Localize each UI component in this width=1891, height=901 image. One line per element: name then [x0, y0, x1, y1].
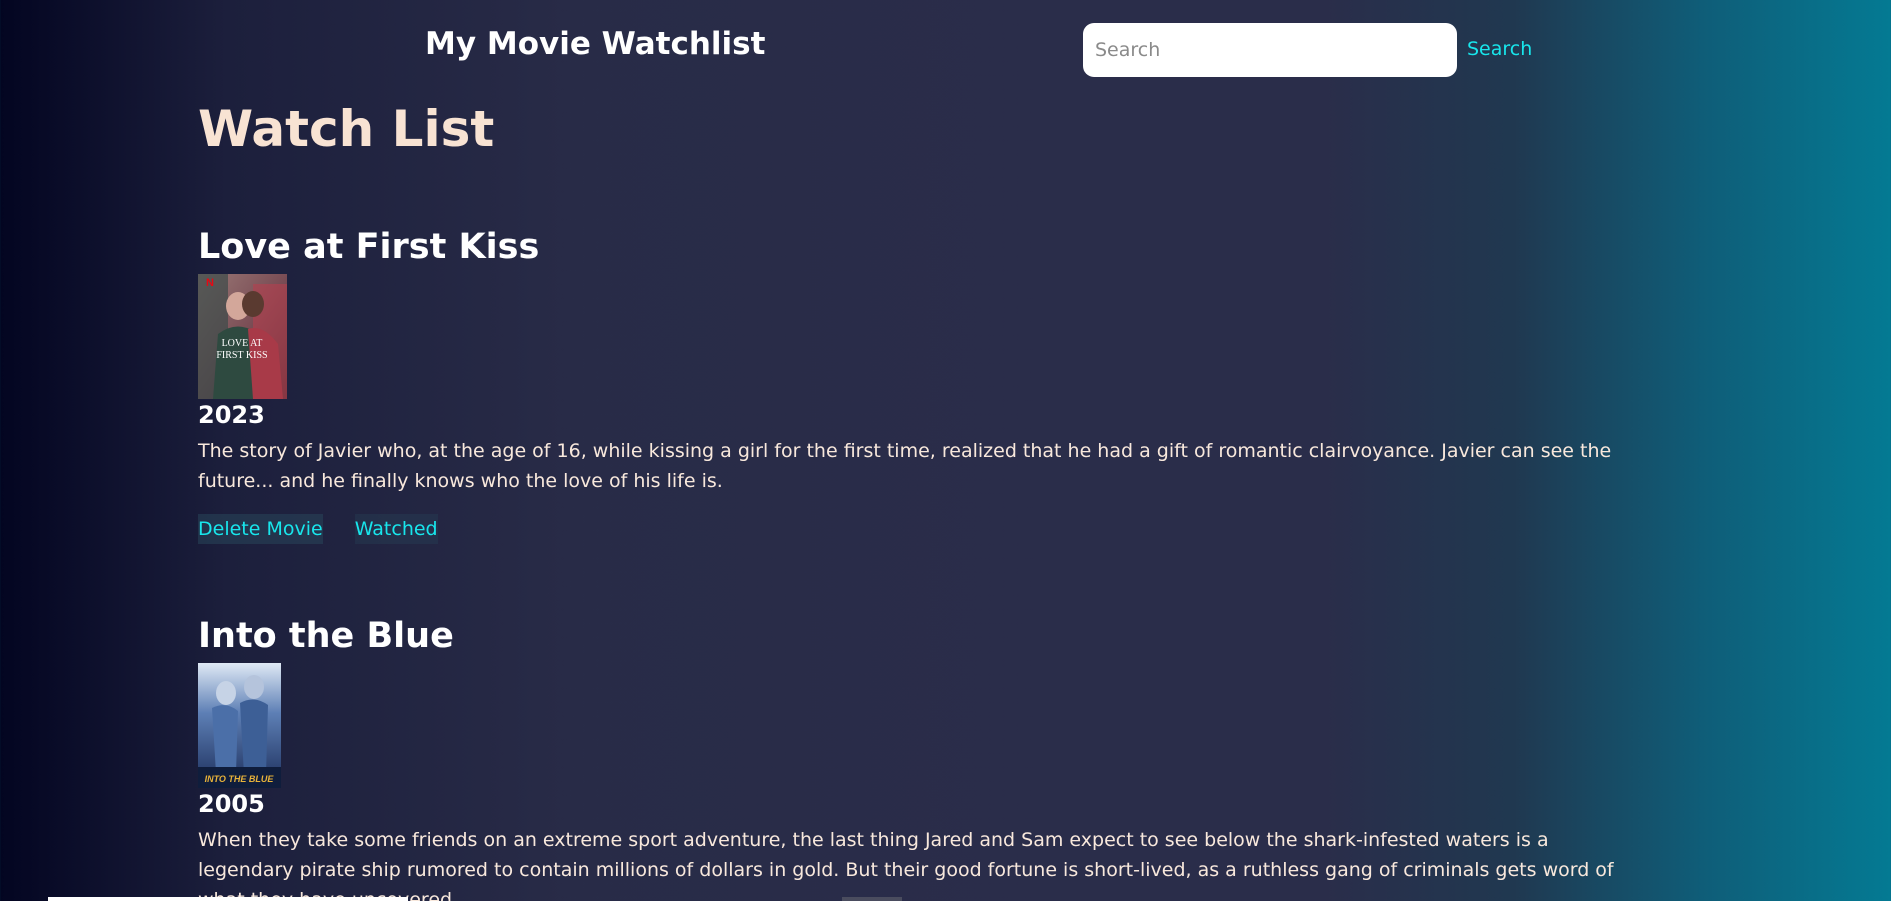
search-button[interactable]: Search	[1467, 38, 1532, 60]
movie-poster: INTO THE BLUE	[198, 663, 281, 788]
movie-year: 2005	[198, 790, 265, 818]
horizontal-scrollbar-marker	[842, 897, 902, 901]
movie-description: When they take some friends on an extrem…	[198, 829, 1614, 901]
movie-year: 2023	[198, 401, 265, 429]
movie-description: The story of Javier who, at the age of 1…	[198, 440, 1612, 492]
movie-item: Love at First Kiss N LOVE AT FIRST KISS …	[198, 224, 1638, 544]
svg-text:LOVE AT: LOVE AT	[222, 338, 263, 349]
movie-title: Love at First Kiss	[198, 227, 540, 267]
watched-button[interactable]: Watched	[354, 514, 438, 544]
movie-poster: N LOVE AT FIRST KISS	[198, 274, 287, 399]
site-title: My Movie Watchlist	[425, 26, 766, 62]
movie-poster-image: INTO THE BLUE	[198, 663, 281, 788]
svg-text:FIRST KISS: FIRST KISS	[216, 350, 267, 361]
movie-poster-image: N LOVE AT FIRST KISS	[198, 274, 287, 399]
search-input[interactable]	[1083, 23, 1457, 77]
movie-actions: Delete Movie Watched	[198, 514, 1638, 544]
movie-item: Into the Blue INTO THE BLUE 2005 When th…	[198, 613, 1638, 901]
horizontal-scrollbar-thumb[interactable]	[48, 897, 408, 901]
netflix-logo-icon: N	[206, 277, 214, 289]
movie-title: Into the Blue	[198, 616, 454, 656]
site-header: My Movie Watchlist Search	[0, 0, 1891, 100]
delete-movie-button[interactable]: Delete Movie	[198, 514, 323, 544]
svg-text:INTO THE BLUE: INTO THE BLUE	[205, 774, 275, 784]
page-title: Watch List	[198, 100, 495, 158]
